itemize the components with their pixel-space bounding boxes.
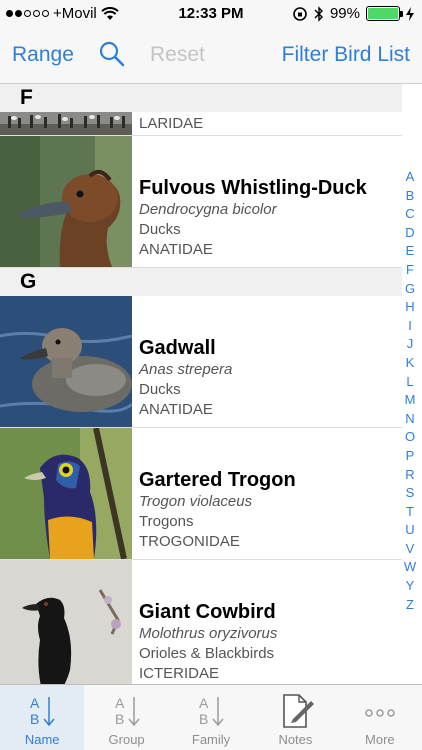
more-dots-icon — [365, 709, 395, 717]
bird-group: Ducks — [139, 381, 181, 398]
bird-group: Ducks — [139, 221, 181, 238]
list-item[interactable]: Fulvous Whistling-Duck Dendrocygna bicol… — [0, 136, 402, 268]
bird-group: Trogons — [139, 513, 194, 530]
row-text: LARIDAE — [139, 114, 398, 134]
status-right: 99% — [292, 5, 414, 22]
tab-label: Family — [191, 732, 231, 747]
tab-group[interactable]: A B Group — [84, 685, 168, 750]
bird-name: Giant Cowbird — [139, 601, 276, 623]
svg-text:A: A — [199, 695, 209, 711]
list-item[interactable]: Gadwall Anas strepera Ducks ANATIDAE — [0, 296, 402, 428]
tab-label: Name — [24, 732, 60, 747]
tab-bar: A B Name A B Group A B Family Notes More — [0, 684, 422, 750]
list-item[interactable]: LARIDAE — [0, 112, 402, 136]
range-button[interactable]: Range — [12, 43, 74, 67]
index-letter[interactable]: V — [402, 540, 418, 559]
index-letter[interactable]: M — [402, 391, 418, 410]
index-letter[interactable]: C — [402, 205, 418, 224]
sort-alpha-icon: A B — [199, 695, 224, 727]
bird-family: ICTERIDAE — [139, 665, 220, 682]
battery-icon — [366, 6, 403, 21]
tab-label: Notes — [278, 732, 313, 747]
sort-alpha-icon: A B — [115, 695, 140, 727]
row-text: Giant Cowbird Molothrus oryzivorus Oriol… — [139, 600, 398, 684]
bird-family: ANATIDAE — [139, 401, 213, 418]
rotation-lock-icon — [293, 6, 307, 21]
index-letter[interactable]: J — [402, 335, 418, 354]
notes-pencil-icon — [283, 694, 315, 728]
index-letter[interactable]: R — [402, 466, 418, 485]
bird-photo-giant-cowbird — [0, 560, 132, 684]
section-header-f: F — [0, 84, 402, 112]
row-text: Gartered Trogon Trogon violaceus Trogons… — [139, 468, 398, 552]
bird-family: TROGONIDAE — [139, 533, 240, 550]
svg-text:A: A — [115, 695, 125, 711]
bird-scientific-name: Anas strepera — [139, 361, 233, 378]
bird-list[interactable]: F LARIDAE Fulvous Whistling-Duck Dendroc… — [0, 84, 402, 684]
sort-alpha-icon: A B — [30, 695, 55, 727]
tab-family[interactable]: A B Family — [169, 685, 253, 750]
tab-label: Group — [108, 732, 145, 747]
index-letter[interactable]: N — [402, 410, 418, 429]
bird-photo-gartered-trogon — [0, 428, 132, 559]
tab-name[interactable]: A B Name — [0, 685, 85, 750]
reset-button[interactable]: Reset — [150, 43, 205, 67]
tab-more[interactable]: More — [338, 685, 422, 750]
svg-text:A: A — [30, 695, 40, 711]
index-letter[interactable]: Y — [402, 577, 418, 596]
svg-text:B: B — [30, 711, 39, 727]
status-bar: +Movil 12:33 PM 99% — [0, 0, 422, 28]
bird-name: Fulvous Whistling-Duck — [139, 177, 367, 199]
section-header-g: G — [0, 268, 402, 296]
svg-text:B: B — [199, 711, 208, 727]
search-icon[interactable] — [98, 40, 126, 68]
index-letter[interactable]: T — [402, 503, 418, 522]
battery-percent: 99% — [329, 5, 360, 22]
index-letter[interactable]: D — [402, 224, 418, 243]
bird-scientific-name: Molothrus oryzivorus — [139, 625, 278, 642]
index-letter[interactable]: K — [402, 354, 418, 373]
bird-photo-gadwall — [0, 296, 132, 427]
index-letter[interactable]: S — [402, 484, 418, 503]
bird-group: Orioles & Blackbirds — [139, 645, 275, 662]
bird-name: Gadwall — [139, 337, 216, 359]
index-letter[interactable]: Z — [402, 596, 418, 615]
bird-family: ANATIDAE — [139, 241, 213, 258]
index-letter[interactable]: A — [402, 168, 418, 187]
filter-bird-list-button[interactable]: Filter Bird List — [282, 43, 410, 67]
navigation-bar: Range Reset Filter Bird List — [0, 28, 422, 84]
list-item[interactable]: Gartered Trogon Trogon violaceus Trogons… — [0, 428, 402, 560]
svg-text:B: B — [115, 711, 124, 727]
index-letter[interactable]: O — [402, 428, 418, 447]
alphabet-index[interactable]: ABCDEFGHIJKLMNOPRSTUVWYZ — [402, 168, 418, 614]
list-item[interactable]: Giant Cowbird Molothrus oryzivorus Oriol… — [0, 560, 402, 684]
bluetooth-icon — [314, 5, 323, 22]
bird-photo-gulls — [0, 112, 132, 135]
row-text: Fulvous Whistling-Duck Dendrocygna bicol… — [139, 176, 398, 260]
tab-label: More — [365, 732, 395, 747]
index-letter[interactable]: H — [402, 298, 418, 317]
bird-photo-fulvous-whistling-duck — [0, 136, 132, 267]
bird-family: LARIDAE — [139, 115, 204, 132]
bird-scientific-name: Dendrocygna bicolor — [139, 201, 277, 218]
index-letter[interactable]: L — [402, 373, 418, 392]
index-letter[interactable]: P — [402, 447, 418, 466]
row-text: Gadwall Anas strepera Ducks ANATIDAE — [139, 336, 398, 420]
bird-scientific-name: Trogon violaceus — [139, 493, 253, 510]
index-letter[interactable]: W — [402, 558, 418, 577]
index-letter[interactable]: I — [402, 317, 418, 336]
index-letter[interactable]: U — [402, 521, 418, 540]
index-letter[interactable]: B — [402, 187, 418, 206]
charging-icon — [406, 6, 414, 21]
index-letter[interactable]: F — [402, 261, 418, 280]
bird-name: Gartered Trogon — [139, 469, 296, 491]
tab-notes[interactable]: Notes — [253, 685, 337, 750]
index-letter[interactable]: G — [402, 280, 418, 299]
index-letter[interactable]: E — [402, 242, 418, 261]
